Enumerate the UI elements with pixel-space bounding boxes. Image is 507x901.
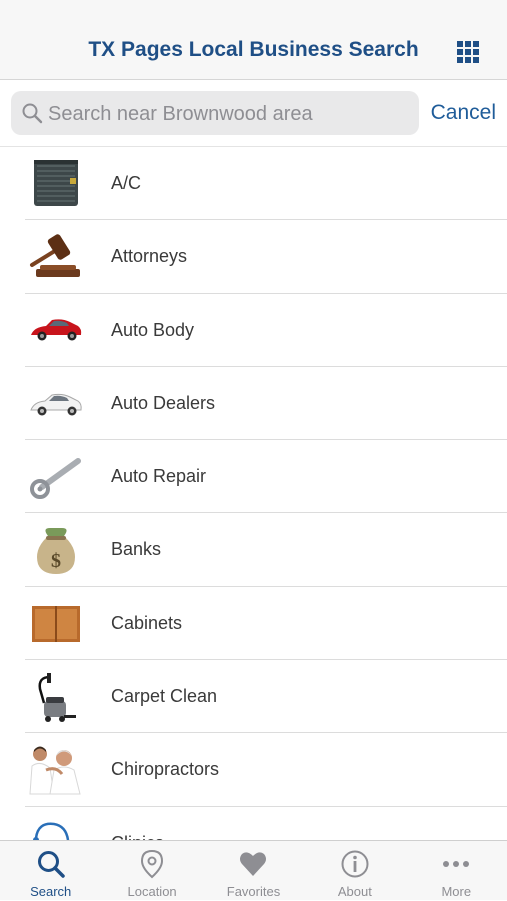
- tab-label: Search: [30, 884, 72, 899]
- heart-icon: [240, 852, 267, 876]
- category-label: Auto Dealers: [111, 392, 216, 413]
- tab-favorites[interactable]: Favorites: [203, 841, 304, 901]
- search-input[interactable]: [46, 91, 415, 137]
- page-title: TX Pages Local Business Search: [88, 38, 419, 61]
- category-label: Auto Repair: [111, 466, 207, 487]
- tab-about[interactable]: About: [304, 841, 405, 901]
- more-dots-icon: [443, 861, 470, 867]
- category-label: Banks: [111, 539, 162, 560]
- tab-label: Favorites: [226, 884, 281, 899]
- list-item[interactable]: Cabinets: [0, 587, 507, 661]
- svg-text:$: $: [51, 550, 61, 572]
- cabinet-icon: [32, 605, 80, 642]
- wrench-icon: [30, 458, 81, 500]
- white-car-icon: [30, 393, 82, 416]
- tab-label: More: [441, 884, 472, 899]
- category-label: A/C: [111, 173, 142, 193]
- tab-location[interactable]: Location: [101, 841, 202, 901]
- search-icon: [22, 103, 43, 124]
- search-icon: [37, 851, 65, 878]
- category-label: Cabinets: [111, 612, 183, 633]
- cancel-button[interactable]: Cancel: [431, 101, 496, 125]
- tab-label: Location: [127, 884, 177, 899]
- stethoscope-icon: [33, 822, 70, 840]
- search-field-container[interactable]: [11, 91, 419, 137]
- category-label: Clinics: [111, 807, 164, 840]
- list-item[interactable]: Chiropractors: [0, 733, 507, 807]
- list-item[interactable]: A/C: [0, 147, 507, 221]
- list-item[interactable]: $ Banks: [0, 513, 507, 588]
- money-bag-icon: $: [37, 528, 75, 575]
- gavel-icon: [30, 234, 80, 278]
- category-label: Auto Body: [111, 319, 195, 340]
- tab-label: About: [337, 884, 372, 899]
- category-label: Chiropractors: [111, 759, 220, 780]
- list-item[interactable]: Auto Repair: [0, 440, 507, 514]
- list-item[interactable]: Attorneys: [0, 220, 507, 294]
- red-car-icon: [31, 318, 82, 341]
- search-bar: Cancel: [0, 80, 507, 147]
- tab-more[interactable]: More: [406, 841, 507, 901]
- info-icon: [341, 850, 369, 878]
- vacuum-icon: [38, 673, 76, 723]
- category-list: A/C Attorneys Auto Body Auto Dealers Aut…: [0, 147, 507, 840]
- list-item[interactable]: Auto Dealers: [0, 367, 507, 441]
- navigation-bar: TX Pages Local Business Search: [0, 0, 507, 80]
- list-item[interactable]: Auto Body: [0, 294, 507, 368]
- list-item[interactable]: Carpet Clean: [0, 660, 507, 734]
- list-item[interactable]: Clinics: [0, 807, 507, 840]
- chiropractor-icon: [29, 746, 81, 795]
- grid-icon[interactable]: [457, 41, 479, 63]
- category-label: Attorneys: [111, 246, 188, 267]
- tab-bar: Search Location Favorites About More: [0, 840, 507, 900]
- tab-search[interactable]: Search: [0, 841, 101, 901]
- category-label: Carpet Clean: [111, 686, 218, 707]
- ac-unit-icon: [34, 160, 78, 206]
- location-pin-icon: [141, 849, 164, 879]
